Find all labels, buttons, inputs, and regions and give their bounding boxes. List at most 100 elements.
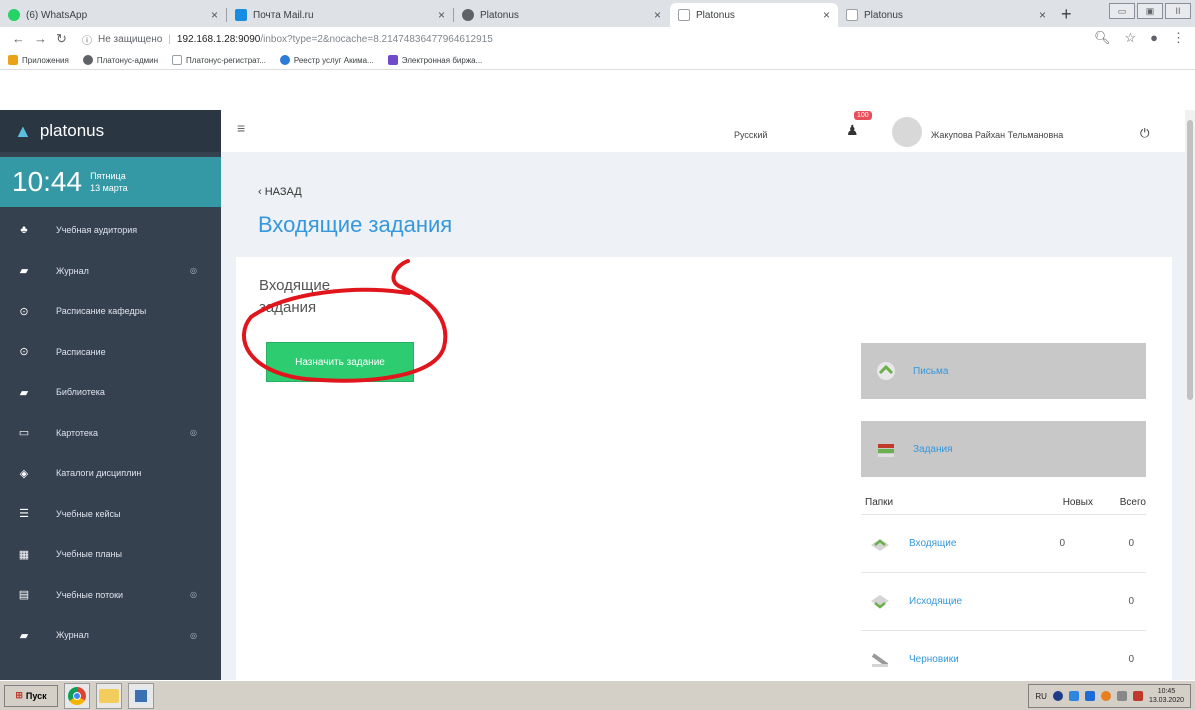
tasks-label: Задания <box>913 443 953 455</box>
bookmark-platonus-registrar[interactable]: Платонус-регистрат... <box>172 55 266 65</box>
panel-title: Входящие задания <box>259 277 331 316</box>
folders-table: Папки Новых Всего Входящие 0 0 Исходящие… <box>861 490 1146 680</box>
sidebar-item[interactable]: ⊙ Расписание кафедры <box>0 291 221 332</box>
window-app-icon <box>133 687 149 704</box>
taskbar-explorer[interactable] <box>96 682 122 709</box>
maximize-button[interactable]: ▣ <box>1137 3 1163 19</box>
expand-arrow-icon[interactable]: ◎ <box>190 590 197 599</box>
sidebar-item[interactable]: ▰ Журнал ◎ <box>0 251 221 292</box>
avatar[interactable] <box>892 117 922 147</box>
hamburger-icon[interactable]: ≡ <box>237 120 245 136</box>
back-arrow-icon[interactable]: ← <box>12 31 25 46</box>
sidebar-item[interactable]: ▰ Журнал ◎ <box>0 615 221 656</box>
sidebar-item[interactable]: ▤ Учебные потоки ◎ <box>0 575 221 616</box>
folder-icon: ▭ <box>18 427 30 440</box>
forward-arrow-icon[interactable]: → <box>34 31 47 46</box>
registry-icon <box>279 55 290 65</box>
sidebar-item[interactable]: ◈ Каталоги дисциплин <box>0 453 221 494</box>
star-icon[interactable]: ☆ <box>1124 30 1136 46</box>
close-icon[interactable]: × <box>654 8 661 22</box>
app-tray-icon[interactable] <box>1084 691 1095 701</box>
tab-title: (6) WhatsApp <box>26 9 88 21</box>
brand-name: platonus <box>39 121 105 140</box>
tasks-box[interactable]: Задания <box>861 421 1146 477</box>
chevron-left-icon: ‹ <box>258 186 262 198</box>
user-name[interactable]: Жакупова Райхан Тельмановна <box>931 130 1063 140</box>
sidebar-item[interactable]: ☰ Учебные кейсы <box>0 494 221 535</box>
scrollbar-thumb[interactable] <box>1187 120 1193 400</box>
inbox-panel: Входящие задания Назначить задание Письм… <box>236 257 1172 680</box>
expand-arrow-icon[interactable]: ◎ <box>190 631 197 640</box>
sidebar-item[interactable]: ▦ Учебные планы <box>0 534 221 575</box>
table-row: Черновики 0 <box>861 630 1146 680</box>
page-icon <box>846 9 858 21</box>
insecure-label: Не защищено <box>98 33 163 45</box>
sidebar-item[interactable]: ♣ Учебная аудитория <box>0 210 221 251</box>
table-row: Исходящие 0 <box>861 572 1146 630</box>
info-icon[interactable]: ⓘ <box>82 32 92 47</box>
assign-task-button[interactable]: Назначить задание <box>266 342 414 382</box>
page-title: Входящие задания <box>258 212 453 237</box>
power-icon[interactable]: ⏻ <box>1140 126 1150 141</box>
sidebar-item[interactable]: ▰ Библиотека <box>0 372 221 413</box>
tab-whatsapp[interactable]: (6) WhatsApp × <box>0 3 226 27</box>
bookmark-exchange[interactable]: Электронная биржа... <box>387 55 482 65</box>
language-indicator[interactable]: RU <box>1035 692 1047 701</box>
brand-logo[interactable]: ▲ platonus <box>0 110 221 152</box>
reload-icon[interactable]: ↻ <box>56 31 67 47</box>
folder-link-outbox[interactable]: Исходящие <box>909 596 962 607</box>
sync-icon[interactable] <box>1100 691 1111 701</box>
clock-icon: ⊙ <box>19 346 29 359</box>
col-new: Новых <box>1062 496 1093 508</box>
folder-link-drafts[interactable]: Черновики <box>909 654 959 665</box>
shield-icon[interactable] <box>1132 691 1143 701</box>
new-tab-button[interactable]: + <box>1061 4 1072 25</box>
sidebar-item[interactable]: ▭ Картотека ◎ <box>0 413 221 454</box>
tab-platonus-active[interactable]: Platonus × <box>670 3 838 27</box>
menu-icon[interactable]: ⋮ <box>1172 30 1185 46</box>
tab-platonus-1[interactable]: Platonus × <box>454 3 669 27</box>
close-icon[interactable]: × <box>211 8 218 22</box>
page-scrollbar[interactable] <box>1185 110 1195 680</box>
url-input[interactable]: ⓘ Не защищено | 192.168.1.28:9090 /inbox… <box>82 29 1137 49</box>
table-row: Входящие 0 0 <box>861 514 1146 572</box>
sidebar-item-label: Учебная аудитория <box>56 225 138 236</box>
platonus-logo-icon: ▲ <box>14 120 32 141</box>
bookmark-label: Платонус-админ <box>96 55 159 65</box>
security-icon[interactable] <box>1068 691 1079 701</box>
expand-arrow-icon[interactable]: ◎ <box>190 266 197 275</box>
bookmark-platonus-admin[interactable]: Платонус-админ <box>82 55 159 65</box>
letters-box[interactable]: Письма <box>861 343 1146 399</box>
network-icon[interactable] <box>1052 691 1063 701</box>
whatsapp-icon <box>8 9 20 21</box>
minimize-button[interactable]: ▭ <box>1109 3 1135 19</box>
close-icon[interactable]: × <box>438 8 445 22</box>
list-icon: ☰ <box>19 508 29 521</box>
zoom-icon[interactable]: 🔍︎ <box>1094 30 1111 46</box>
tab-mail[interactable]: Почта Mail.ru × <box>227 3 453 27</box>
language-selector[interactable]: Русский <box>734 130 767 140</box>
close-icon[interactable]: × <box>1039 8 1046 22</box>
notification-bell-icon[interactable]: ♟ <box>846 122 859 139</box>
close-window-button[interactable]: II <box>1165 3 1191 19</box>
folders-header: Папки Новых Всего <box>861 490 1146 514</box>
folder-link-inbox[interactable]: Входящие <box>909 538 956 549</box>
tray-clock[interactable]: 10:45 13.03.2020 <box>1149 687 1184 705</box>
bookmark-apps[interactable]: Приложения <box>8 55 69 65</box>
tab-platonus-3[interactable]: Platonus × <box>838 3 1054 27</box>
windows-logo-icon: ⊞ <box>15 690 23 700</box>
system-tray: RU 10:45 13.03.2020 <box>1028 684 1191 708</box>
taskbar-chrome[interactable] <box>64 682 90 709</box>
book-icon: ▰ <box>19 629 29 642</box>
back-link[interactable]: ‹ НАЗАД <box>258 186 302 198</box>
start-button[interactable]: ⊞ Пуск <box>4 684 58 707</box>
sidebar-item[interactable]: ⊙ Расписание <box>0 332 221 373</box>
bookmark-registry[interactable]: Реестр услуг Акима... <box>279 55 374 65</box>
tab-title: Platonus <box>864 9 903 21</box>
volume-icon[interactable] <box>1116 691 1127 701</box>
close-icon[interactable]: × <box>823 8 830 22</box>
profile-icon[interactable]: ● <box>1150 30 1158 46</box>
expand-arrow-icon[interactable]: ◎ <box>190 428 197 437</box>
top-header: ≡ Русский ♟ 100 Жакупова Райхан Тельмано… <box>221 110 1185 152</box>
taskbar-app[interactable] <box>128 682 154 709</box>
